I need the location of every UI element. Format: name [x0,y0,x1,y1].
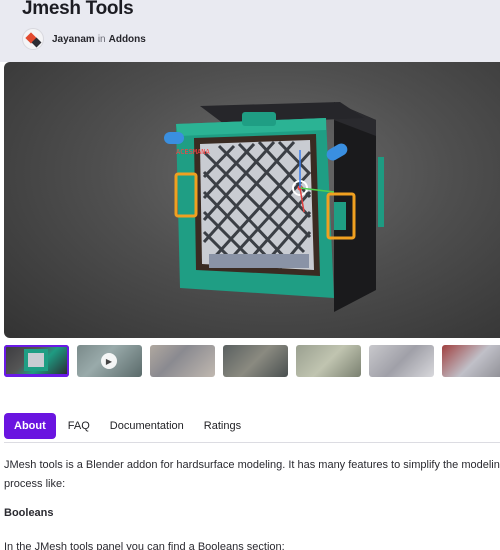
author-link[interactable]: Jayanam [52,34,95,45]
tab-documentation[interactable]: Documentation [100,413,194,439]
avatar-logo-dark-icon [31,37,42,48]
thumbnail-4[interactable] [223,345,288,377]
thumbnail-1[interactable] [4,345,69,377]
product-header: Jmesh Tools Jayanam in Addons [0,0,500,62]
tab-faq[interactable]: FAQ [58,413,100,439]
gallery-thumbnails: ▶ [4,345,500,377]
gizmo-label: ACESMANA [176,148,211,156]
thumbnail-2-video[interactable]: ▶ [77,345,142,377]
thumbnail-5[interactable] [296,345,361,377]
tab-bar: About FAQ Documentation Ratings [4,410,500,443]
category-link[interactable]: Addons [109,34,146,45]
booleans-text: In the JMesh tools panel you can find a … [4,541,285,550]
page-title: Jmesh Tools [22,0,134,19]
byline: Jayanam in Addons [22,28,146,50]
tab-about[interactable]: About [4,413,56,439]
about-content: JMesh tools is a Blender addon for hards… [4,456,500,550]
thumbnail-3[interactable] [150,345,215,377]
thumbnail-6[interactable] [369,345,434,377]
intro-text: JMesh tools is a Blender addon for hards… [4,459,500,490]
booleans-heading: Booleans [4,507,54,519]
hero-image[interactable]: ACESMANA [4,62,500,338]
byline-in-text: in [97,33,106,45]
jmesh-cube-render-icon: ACESMANA [164,102,384,312]
play-icon: ▶ [101,353,117,369]
thumbnail-1-icon [24,349,48,371]
tab-ratings[interactable]: Ratings [194,413,251,439]
thumbnail-7[interactable] [442,345,500,377]
author-avatar[interactable] [22,28,44,50]
